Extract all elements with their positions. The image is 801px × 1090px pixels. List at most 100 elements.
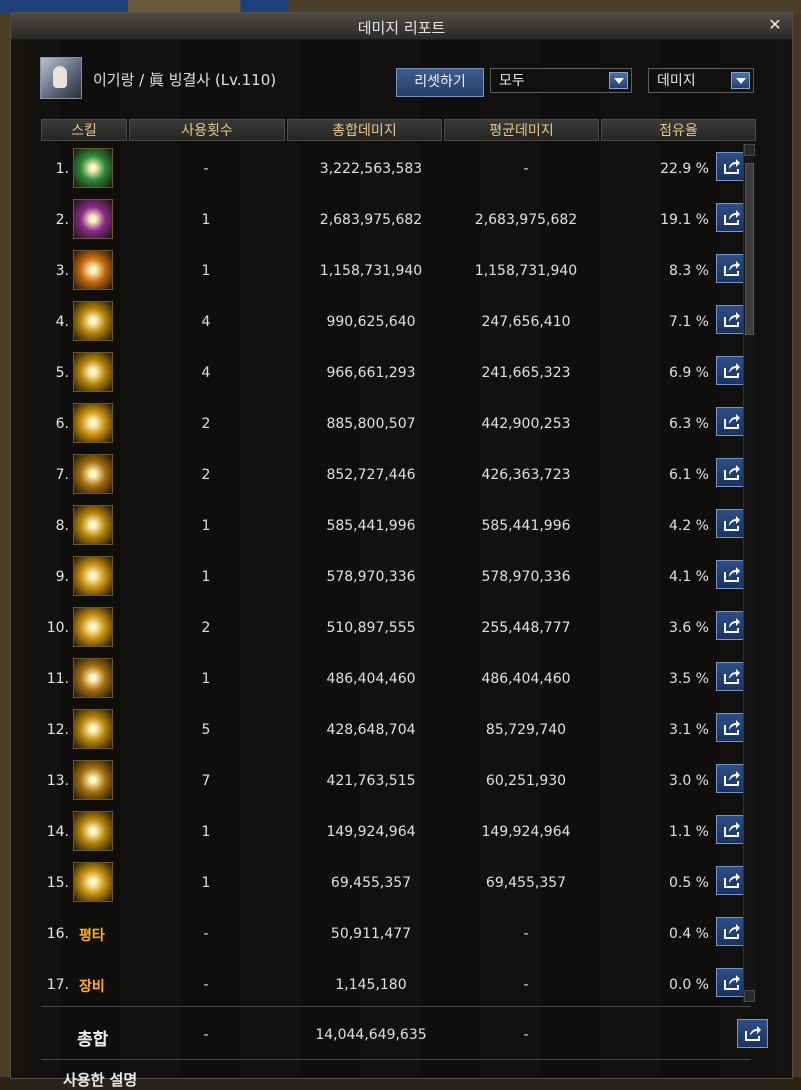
table-row: 1. - 3,222,563,583 - 22.9 %: [41, 143, 747, 194]
header-avg[interactable]: 평균데미지: [444, 119, 599, 141]
row-rank: 1.: [55, 161, 69, 177]
ice-burst-icon: [73, 148, 113, 188]
chevron-down-icon[interactable]: [731, 72, 750, 89]
table-row: 4. 4 990,625,640 247,656,410 7.1 %: [41, 296, 747, 347]
row-rank: 15.: [46, 875, 69, 891]
row-rank: 9.: [55, 569, 69, 585]
row-avg-damage: 149,924,964: [481, 824, 571, 840]
spear-arc-icon: [73, 301, 113, 341]
row-share: 4.2 %: [668, 518, 709, 534]
share-icon: [724, 414, 740, 429]
row-uses: 5: [201, 722, 211, 738]
row-uses: 1: [201, 569, 211, 585]
blade-flurry-icon: [73, 556, 113, 596]
row-total-damage: 966,661,293: [326, 365, 416, 381]
total-label: 총합: [77, 1030, 109, 1050]
table-row: 10. 2 510,897,555 255,448,777 3.6 %: [41, 602, 747, 653]
row-total-damage: 510,897,555: [326, 620, 416, 636]
row-uses: -: [203, 926, 209, 942]
scroll-down-arrow[interactable]: [744, 990, 755, 1002]
row-share: 6.9 %: [668, 365, 709, 381]
row-rank: 16.: [46, 926, 69, 942]
total-uses: -: [203, 1027, 209, 1043]
share-icon: [724, 873, 740, 888]
row-share: 3.5 %: [668, 671, 709, 687]
share-icon: [724, 261, 740, 276]
share-icon: [724, 159, 740, 174]
row-rank: 11.: [46, 671, 69, 687]
header-uses[interactable]: 사용횟수: [129, 119, 285, 141]
table-row: 7. 2 852,727,446 426,363,723 6.1 %: [41, 449, 747, 500]
shatter-icon: [73, 250, 113, 290]
table-row: 8. 1 585,441,996 585,441,996 4.2 %: [41, 500, 747, 551]
chevron-down-icon[interactable]: [609, 72, 628, 89]
filter-select-value: 모두: [499, 73, 525, 89]
row-rank: 12.: [46, 722, 69, 738]
row-avg-damage: 585,441,996: [481, 518, 571, 534]
row-avg-damage: -: [523, 926, 529, 942]
row-rank: 17.: [46, 977, 69, 993]
header-share[interactable]: 점유율: [601, 119, 756, 141]
row-share: 3.6 %: [668, 620, 709, 636]
divider: [41, 1059, 751, 1060]
metric-select[interactable]: 데미지: [648, 68, 754, 93]
window-title: 데미지 리포트: [357, 19, 446, 37]
share-icon: [724, 210, 740, 225]
title-bar[interactable]: 데미지 리포트 ✕: [11, 13, 792, 40]
table-row: 11. 1 486,404,460 486,404,460 3.5 %: [41, 653, 747, 704]
row-uses: 1: [201, 824, 211, 840]
row-avg-damage: 69,455,357: [485, 875, 567, 891]
row-uses: 1: [201, 671, 211, 687]
scrollbar-thumb[interactable]: [745, 163, 754, 335]
total-avg: -: [523, 1027, 529, 1043]
header-total[interactable]: 총합데미지: [287, 119, 442, 141]
close-icon[interactable]: ✕: [766, 16, 784, 34]
header-skill[interactable]: 스킬: [41, 119, 127, 141]
multi-thrust-icon: [73, 760, 113, 800]
row-avg-damage: 247,656,410: [481, 314, 571, 330]
row-avg-damage: 578,970,336: [481, 569, 571, 585]
row-uses: 1: [201, 263, 211, 279]
warrior-pose-icon: [73, 658, 113, 698]
share-icon: [724, 567, 740, 582]
row-total-damage: 578,970,336: [326, 569, 416, 585]
row-share: 0.5 %: [668, 875, 709, 891]
row-rank: 7.: [55, 467, 69, 483]
row-rank: 14.: [46, 824, 69, 840]
scroll-up-arrow[interactable]: [744, 144, 755, 156]
table-row: 16. 평타 - 50,911,477 - 0.4 %: [41, 908, 747, 959]
row-share: 7.1 %: [668, 314, 709, 330]
row-avg-damage: -: [523, 161, 529, 177]
cross-slash-icon: [73, 505, 113, 545]
share-total-button[interactable]: [737, 1019, 768, 1048]
filter-select[interactable]: 모두: [490, 68, 632, 93]
row-total-damage: 852,727,446: [326, 467, 416, 483]
star-burst-icon: [73, 403, 113, 443]
row-avg-damage: 60,251,930: [485, 773, 567, 789]
spinning-axe-icon: [73, 709, 113, 749]
reset-button[interactable]: 리셋하기: [396, 68, 484, 97]
row-uses: 2: [201, 620, 211, 636]
table-row: 6. 2 885,800,507 442,900,253 6.3 %: [41, 398, 747, 449]
row-share: 19.1 %: [660, 212, 709, 228]
row-share: 6.3 %: [668, 416, 709, 432]
row-total-damage: 1,158,731,940: [319, 263, 423, 279]
row-share: 22.9 %: [660, 161, 709, 177]
table-row: 3. 1 1,158,731,940 1,158,731,940 8.3 %: [41, 245, 747, 296]
share-icon: [724, 771, 740, 786]
row-total-damage: 149,924,964: [326, 824, 416, 840]
row-avg-damage: 426,363,723: [481, 467, 571, 483]
row-total-damage: 1,145,180: [335, 977, 407, 993]
row-total-damage: 885,800,507: [326, 416, 416, 432]
row-rank: 13.: [46, 773, 69, 789]
row-share: 0.0 %: [668, 977, 709, 993]
row-total-damage: 585,441,996: [326, 518, 416, 534]
magic-web-icon: [73, 199, 113, 239]
row-share: 0.4 %: [668, 926, 709, 942]
share-icon: [724, 363, 740, 378]
share-icon: [724, 975, 740, 990]
row-total-damage: 421,763,515: [326, 773, 416, 789]
table-header: 스킬 사용횟수 총합데미지 평균데미지 점유율: [41, 119, 756, 141]
row-uses: 4: [201, 365, 211, 381]
row-avg-damage: 1,158,731,940: [474, 263, 578, 279]
